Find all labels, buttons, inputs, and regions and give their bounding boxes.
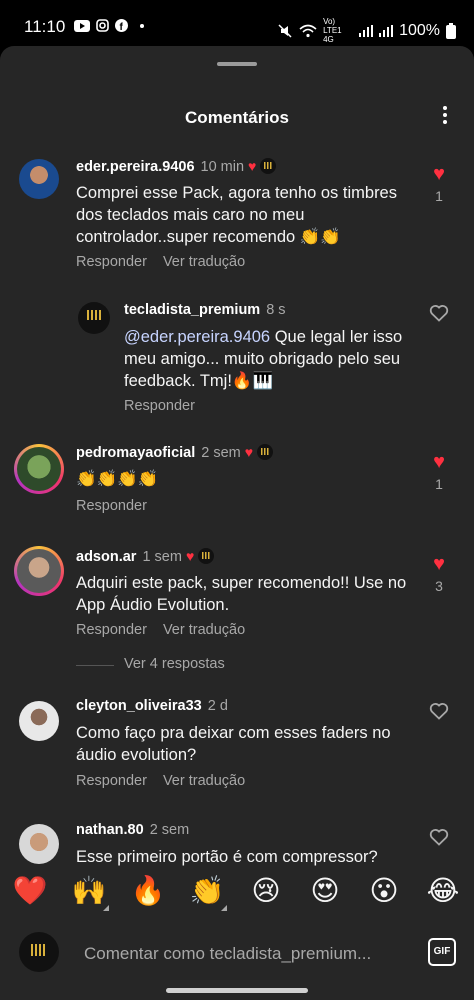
mute-icon bbox=[278, 23, 292, 38]
heart-outline-icon bbox=[429, 703, 449, 720]
emoji-laughing[interactable]: 😂 bbox=[423, 874, 463, 907]
like-button[interactable]: ♥ 3 bbox=[424, 554, 454, 594]
reply-button[interactable]: Responder bbox=[124, 398, 195, 414]
reply-button[interactable]: Responder bbox=[76, 773, 147, 789]
youtube-icon bbox=[74, 19, 90, 32]
comments-sheet: Comentários eder.pereira.9406 10 min ♥ Com… bbox=[0, 46, 474, 1000]
wifi-icon bbox=[299, 24, 317, 37]
creator-avatar-badge bbox=[257, 444, 274, 460]
instagram-icon bbox=[96, 19, 109, 32]
emoji-heart[interactable]: ❤️ bbox=[10, 874, 50, 907]
status-system-icons: Vo) LTE1 4G 100% bbox=[277, 17, 456, 44]
emoji-quick-bar: ❤️ 🙌 🔥 👏 😢 😍 😮 😂 bbox=[0, 874, 474, 922]
avatar[interactable] bbox=[19, 824, 59, 864]
view-replies-button[interactable]: Ver 4 respostas bbox=[124, 656, 225, 672]
like-button[interactable]: ♥ 1 bbox=[424, 164, 454, 204]
signal-icon-2 bbox=[379, 24, 394, 37]
avatar[interactable] bbox=[19, 159, 59, 199]
avatar[interactable] bbox=[14, 546, 64, 596]
creator-liked-heart-icon: ♥ bbox=[244, 444, 254, 460]
network-type: Vo) LTE1 4G bbox=[323, 17, 342, 44]
status-time: 11:10 bbox=[24, 17, 66, 36]
comment-text: 👏👏👏👏 bbox=[76, 470, 159, 488]
creator-avatar-badge bbox=[260, 158, 277, 174]
emoji-clapping[interactable]: 👏 bbox=[187, 874, 227, 911]
reply-button[interactable]: Responder bbox=[76, 622, 147, 638]
like-button[interactable] bbox=[424, 702, 454, 725]
heart-filled-icon: ♥ bbox=[433, 451, 445, 473]
heart-outline-icon bbox=[429, 829, 449, 846]
gif-button[interactable]: GIF bbox=[428, 938, 456, 966]
like-count: 1 bbox=[435, 476, 443, 492]
like-button[interactable] bbox=[424, 828, 454, 851]
comment-text: Como faço pra deixar com esses faders no… bbox=[76, 724, 391, 764]
sheet-drag-handle[interactable] bbox=[217, 62, 257, 66]
see-translation-button[interactable]: Ver tradução bbox=[163, 622, 245, 638]
avatar[interactable] bbox=[78, 302, 110, 334]
heart-filled-icon: ♥ bbox=[433, 553, 445, 575]
emoji-surprised[interactable]: 😮 bbox=[364, 874, 404, 907]
facebook-icon: f bbox=[115, 19, 128, 32]
my-avatar bbox=[19, 932, 59, 972]
reply-button[interactable]: Responder bbox=[76, 498, 147, 514]
heart-outline-icon bbox=[429, 305, 449, 322]
creator-liked-heart-icon: ♥ bbox=[248, 158, 257, 174]
status-notification-icons: f bbox=[74, 19, 144, 32]
replies-divider bbox=[76, 665, 114, 666]
heart-filled-icon: ♥ bbox=[433, 163, 445, 185]
like-button[interactable] bbox=[424, 304, 454, 327]
like-count: 3 bbox=[435, 578, 443, 594]
skin-tone-indicator bbox=[103, 905, 109, 911]
comment-username[interactable]: tecladista_premium bbox=[124, 302, 260, 318]
emoji-heart-eyes[interactable]: 😍 bbox=[305, 874, 345, 907]
creator-avatar-badge bbox=[198, 548, 215, 564]
more-options-icon[interactable] bbox=[442, 106, 448, 126]
signal-icon bbox=[359, 24, 374, 37]
comment-time: 2 sem bbox=[201, 445, 241, 461]
sheet-title: Comentários bbox=[185, 108, 289, 127]
reply-button[interactable]: Responder bbox=[76, 254, 147, 270]
gesture-nav-bar[interactable] bbox=[166, 988, 308, 993]
like-count: 1 bbox=[435, 188, 443, 204]
comment-username[interactable]: cleyton_oliveira33 bbox=[76, 698, 202, 714]
emoji-fire[interactable]: 🔥 bbox=[128, 874, 168, 907]
avatar[interactable] bbox=[14, 444, 64, 494]
emoji-crying[interactable]: 😢 bbox=[246, 874, 286, 907]
comment-username[interactable]: nathan.80 bbox=[76, 822, 144, 838]
comment-time: 2 sem bbox=[149, 822, 190, 838]
comment-time: 1 sem bbox=[142, 549, 182, 565]
skin-tone-indicator bbox=[221, 905, 227, 911]
comment-text: Adquiri este pack, super recomendo!! Use… bbox=[76, 574, 407, 614]
comment-text: @eder.pereira.9406 Que legal ler isso me… bbox=[124, 328, 403, 390]
more-notifications-dot bbox=[140, 23, 144, 28]
comment-input[interactable]: Comentar como tecladista_premium... bbox=[84, 944, 371, 964]
comment-text: Esse primeiro portão é com compressor? bbox=[76, 848, 378, 866]
comment-time: 8 s bbox=[266, 302, 286, 318]
avatar[interactable] bbox=[19, 701, 59, 741]
see-translation-button[interactable]: Ver tradução bbox=[163, 773, 245, 789]
comment-username[interactable]: adson.ar bbox=[76, 549, 136, 565]
comment-username[interactable]: pedromayaoficial bbox=[76, 445, 195, 461]
comment-username[interactable]: eder.pereira.9406 bbox=[76, 159, 195, 175]
comment-time: 10 min bbox=[200, 159, 245, 175]
status-bar: 11:10 f Vo) LTE1 4G 100% bbox=[0, 0, 474, 46]
mention-link[interactable]: @eder.pereira.9406 bbox=[124, 328, 270, 346]
comment-time: 2 d bbox=[207, 698, 228, 714]
creator-liked-heart-icon: ♥ bbox=[185, 548, 195, 564]
battery-icon bbox=[446, 22, 456, 39]
see-translation-button[interactable]: Ver tradução bbox=[163, 254, 245, 270]
like-button[interactable]: ♥ 1 bbox=[424, 452, 454, 492]
emoji-raising-hands[interactable]: 🙌 bbox=[69, 874, 109, 911]
comment-text: Comprei esse Pack, agora tenho os timbre… bbox=[76, 184, 397, 246]
battery-percent: 100% bbox=[399, 21, 440, 39]
